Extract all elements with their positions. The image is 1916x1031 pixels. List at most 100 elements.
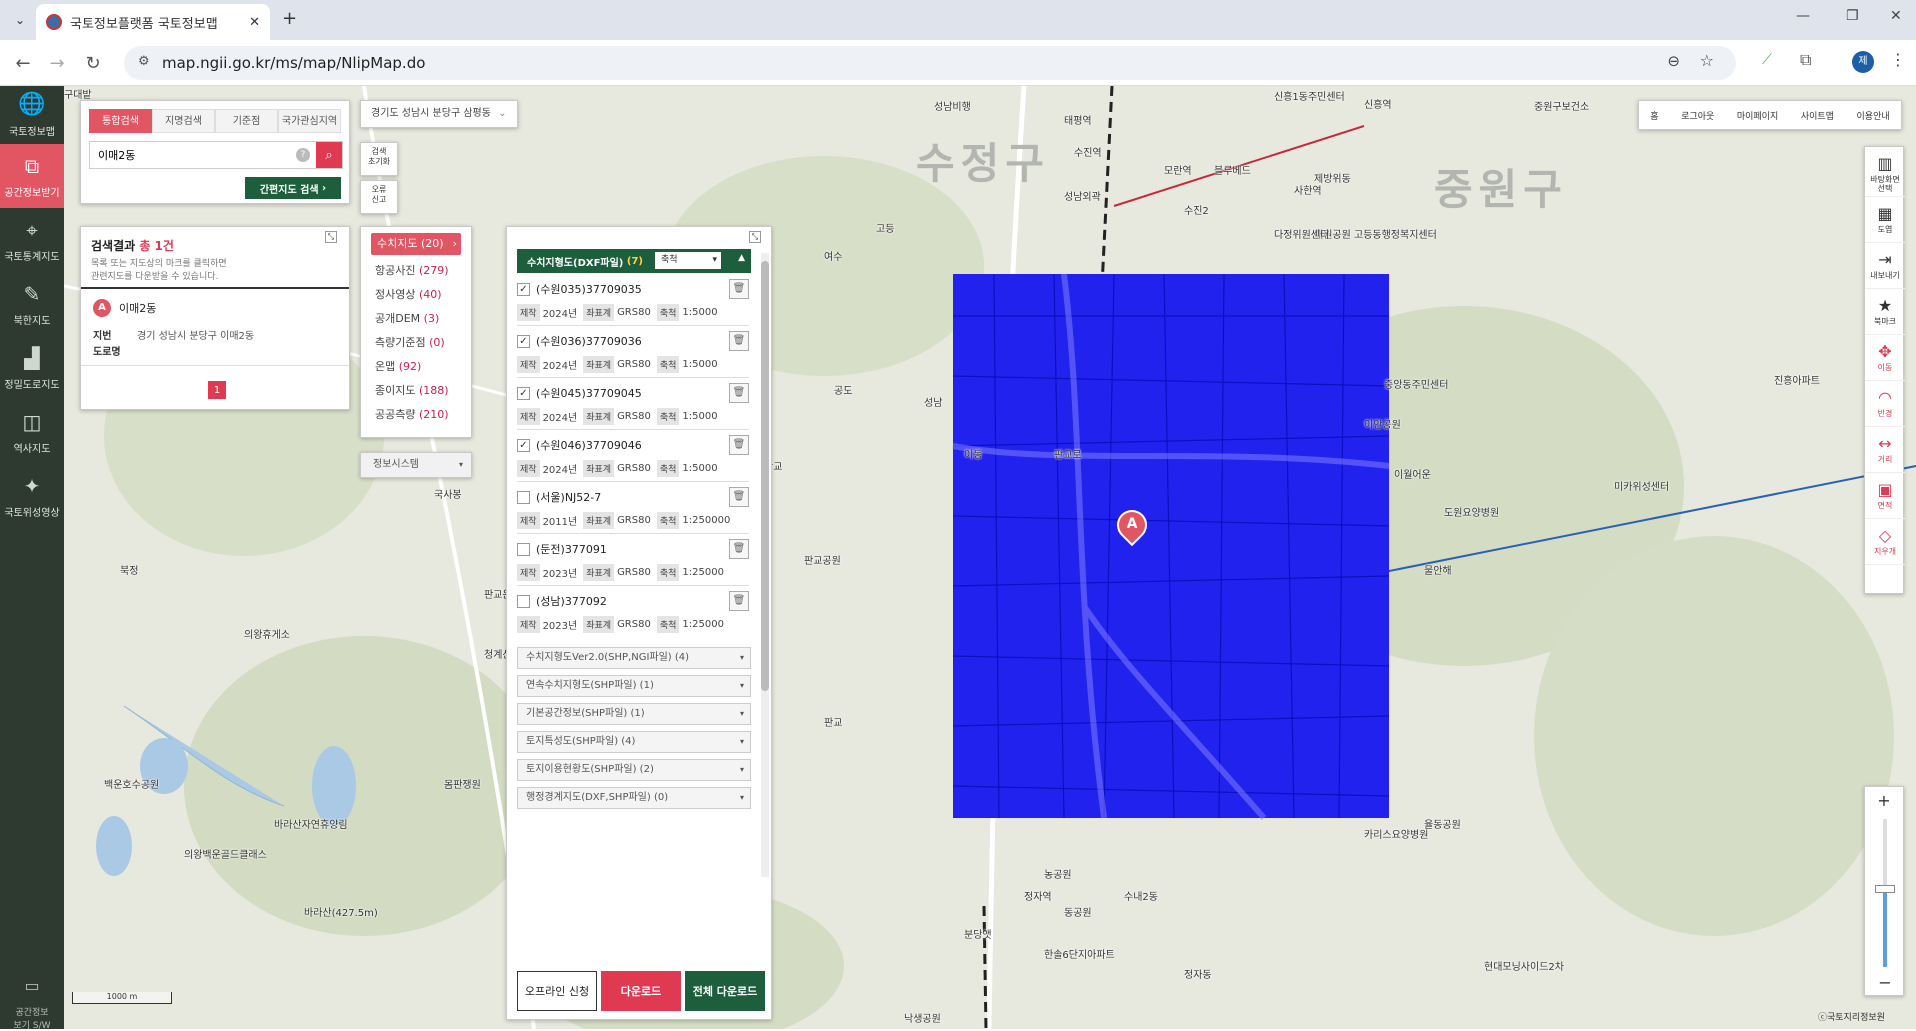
map-marker-a[interactable]: A bbox=[1110, 503, 1154, 548]
category-item[interactable]: 온맵 (92) bbox=[361, 355, 471, 379]
category-item[interactable]: 공공측량 (210) bbox=[361, 403, 471, 427]
forward-icon[interactable]: → bbox=[44, 50, 70, 76]
category-item[interactable]: 공개DEM (3) bbox=[361, 307, 471, 331]
scrollbar-thumb[interactable] bbox=[761, 261, 769, 691]
restore-icon[interactable]: ❐ bbox=[1846, 8, 1859, 24]
dl-group-dropdown[interactable]: 기본공간정보(SHP파일) (1) ▾ bbox=[517, 703, 751, 725]
top-nav-link[interactable]: 마이페이지 bbox=[1737, 109, 1778, 122]
tool-area[interactable]: ▣ 면적 bbox=[1865, 473, 1905, 519]
collapse-icon[interactable]: ⤡ bbox=[325, 231, 337, 243]
scrollbar-track[interactable] bbox=[761, 253, 769, 877]
close-icon[interactable]: ✕ bbox=[249, 15, 260, 30]
search-button[interactable]: ⌕ bbox=[316, 142, 342, 168]
help-icon[interactable]: ? bbox=[296, 148, 310, 162]
search-tab[interactable]: 지명검색 bbox=[152, 109, 215, 133]
chevron-down-icon: ▾ bbox=[739, 765, 744, 774]
rail-item-download[interactable]: ⧉ 공간정보받기 bbox=[0, 144, 64, 208]
dl-group-dropdown[interactable]: 토지이용현황도(SHP파일) (2) ▾ bbox=[517, 759, 751, 781]
site-info-icon[interactable]: ⚙ bbox=[138, 54, 150, 69]
category-item[interactable]: 측량기준점 (0) bbox=[361, 331, 471, 355]
tool-export[interactable]: ⇥ 내보내기 bbox=[1865, 243, 1905, 289]
zoom-out-button[interactable]: − bbox=[1865, 969, 1905, 995]
reset-search-button[interactable]: 검색 초기화 bbox=[360, 142, 398, 176]
dl-group-dropdown[interactable]: 수치지형도Ver2.0(SHP,NGI파일) (4) ▾ bbox=[517, 647, 751, 669]
trash-icon[interactable]: 🗑 bbox=[729, 539, 749, 559]
trash-icon[interactable]: 🗑 bbox=[729, 435, 749, 455]
extensions-puzzle-icon[interactable]: ⧉ bbox=[1800, 50, 1811, 70]
search-input[interactable] bbox=[90, 142, 296, 168]
right-toolbar: ▥ 바탕화면 선택 ▦ 도엽 ⇥ 내보내기 ★ 북마크 ✥ 이동 ◠ 반경 ↔ 거리 ▣ 면적 ◇ 지우개 bbox=[1864, 146, 1905, 594]
chevron-up-icon[interactable]: ▲ bbox=[738, 253, 745, 263]
download-all-button[interactable]: 전체 다운로드 bbox=[685, 971, 765, 1011]
reload-icon[interactable]: ↻ bbox=[80, 50, 106, 76]
zoom-icon[interactable]: ⊖ bbox=[1667, 52, 1680, 70]
page-button[interactable]: 1 bbox=[208, 381, 226, 399]
zoom-track[interactable] bbox=[1875, 819, 1895, 967]
rail-item-road[interactable]: ▟ 정밀도로지도 bbox=[0, 336, 64, 400]
tool-map[interactable]: ▥ 바탕화면 선택 bbox=[1865, 151, 1905, 197]
dl-item: ✓ (수원045)37709045 🗑 제작 2024년 좌표계 GRS80 축척 1:5000 bbox=[517, 383, 749, 430]
rail-item-satellite[interactable]: ✦ 국토위성영상 bbox=[0, 464, 64, 528]
simple-map-search-button[interactable]: 간편지도 검색 › bbox=[245, 177, 341, 199]
dl-group-dropdown[interactable]: 연속수치지형도(SHP파일) (1) ▾ bbox=[517, 675, 751, 697]
category-item[interactable]: 정사영상 (40) bbox=[361, 283, 471, 307]
top-nav-link[interactable]: 이용안내 bbox=[1857, 109, 1890, 122]
rail-item-history[interactable]: ◫ 역사지도 bbox=[0, 400, 64, 464]
dl-item-checkbox[interactable] bbox=[517, 490, 530, 504]
sort-select[interactable]: 축척 ▾ bbox=[655, 252, 721, 269]
tool-grid[interactable]: ▦ 도엽 bbox=[1865, 197, 1905, 243]
trash-icon[interactable]: 🗑 bbox=[729, 331, 749, 351]
dl-item-checkbox[interactable]: ✓ bbox=[517, 438, 530, 452]
back-icon[interactable]: ← bbox=[10, 50, 36, 76]
error-report-button[interactable]: 오류 신고 bbox=[360, 180, 398, 214]
top-nav-link[interactable]: 사이트맵 bbox=[1801, 109, 1834, 122]
rail-item-stats-map[interactable]: ⌖ 국토통계지도 bbox=[0, 208, 64, 272]
trash-icon[interactable]: 🗑 bbox=[729, 279, 749, 299]
top-nav-link[interactable]: 홈 bbox=[1650, 109, 1658, 122]
search-tab[interactable]: 통합검색 bbox=[89, 109, 152, 133]
minimize-icon[interactable]: — bbox=[1796, 8, 1810, 24]
new-tab-icon[interactable]: + bbox=[282, 8, 297, 29]
tool-distance[interactable]: ↔ 거리 bbox=[1865, 427, 1905, 473]
location-dropdown[interactable]: 경기도 성남시 분당구 삼평동 ⌄ bbox=[360, 100, 518, 128]
trash-icon[interactable]: 🗑 bbox=[729, 383, 749, 403]
bookmark-star-icon[interactable]: ☆ bbox=[1700, 51, 1714, 70]
tool-move[interactable]: ✥ 이동 bbox=[1865, 335, 1905, 381]
download-button[interactable]: 다운로드 bbox=[601, 971, 681, 1011]
tool-eraser[interactable]: ◇ 지우개 bbox=[1865, 519, 1905, 565]
profile-avatar[interactable]: 제 bbox=[1852, 51, 1874, 73]
trash-icon[interactable]: 🗑 bbox=[729, 591, 749, 611]
search-tab[interactable]: 기준점 bbox=[215, 109, 278, 133]
map-canvas[interactable]: 수정구 중원구 성남비행 신흥1동주민센터 신흥역 중원구보건소 태평역 수진역 모란역 블루… bbox=[64, 86, 1916, 1029]
category-item[interactable]: 종이지도 (188) bbox=[361, 379, 471, 403]
dl-item-checkbox[interactable]: ✓ bbox=[517, 386, 530, 400]
menu-kebab-icon[interactable]: ⋮ bbox=[1890, 50, 1906, 69]
search-tab[interactable]: 국가관심지역 bbox=[278, 109, 341, 133]
offline-request-button[interactable]: 오프라인 신청 bbox=[517, 971, 597, 1011]
dl-group-dropdown[interactable]: 토지특성도(SHP파일) (4) ▾ bbox=[517, 731, 751, 753]
category-item[interactable]: 수치지도 (20) › bbox=[371, 233, 461, 255]
trash-icon[interactable]: 🗑 bbox=[729, 487, 749, 507]
zoom-thumb[interactable] bbox=[1875, 884, 1895, 893]
window-close-icon[interactable]: ✕ bbox=[1890, 8, 1902, 24]
dl-group-dropdown[interactable]: 행정경계지도(DXF,SHP파일) (0) ▾ bbox=[517, 787, 751, 809]
rail-item-nk-map[interactable]: ✎ 북한지도 bbox=[0, 272, 64, 336]
rail-bottom-sw[interactable]: ▭ 공간정보 보기 S/W bbox=[0, 966, 64, 1031]
browser-tab[interactable]: 국토정보플랫폼 국토정보맵 ✕ bbox=[36, 4, 270, 40]
logo[interactable]: 🌐 국토정보맵 bbox=[0, 86, 64, 144]
dl-item-checkbox[interactable]: ✓ bbox=[517, 282, 530, 296]
info-system-dropdown[interactable]: 정보시스템 ▾ bbox=[360, 452, 472, 478]
extension-icon[interactable]: ⟋ bbox=[1762, 52, 1772, 68]
category-item[interactable]: 항공사진 (279) bbox=[361, 259, 471, 283]
dl-item-checkbox[interactable] bbox=[517, 594, 530, 608]
tab-list-icon[interactable]: ⌄ bbox=[8, 8, 32, 32]
tool-star[interactable]: ★ 북마크 bbox=[1865, 289, 1905, 335]
collapse-icon[interactable]: ⤡ bbox=[749, 231, 761, 243]
result-item[interactable]: A 이매2동 bbox=[93, 299, 156, 317]
dl-item-checkbox[interactable] bbox=[517, 542, 530, 556]
tool-radius[interactable]: ◠ 반경 bbox=[1865, 381, 1905, 427]
top-nav-link[interactable]: 로그아웃 bbox=[1681, 109, 1714, 122]
dl-item-checkbox[interactable]: ✓ bbox=[517, 334, 530, 348]
zoom-in-button[interactable]: + bbox=[1865, 787, 1903, 813]
url-input[interactable]: ⚙ map.ngii.go.kr/ms/map/NlipMap.do ⊖ ☆ bbox=[124, 46, 1736, 80]
